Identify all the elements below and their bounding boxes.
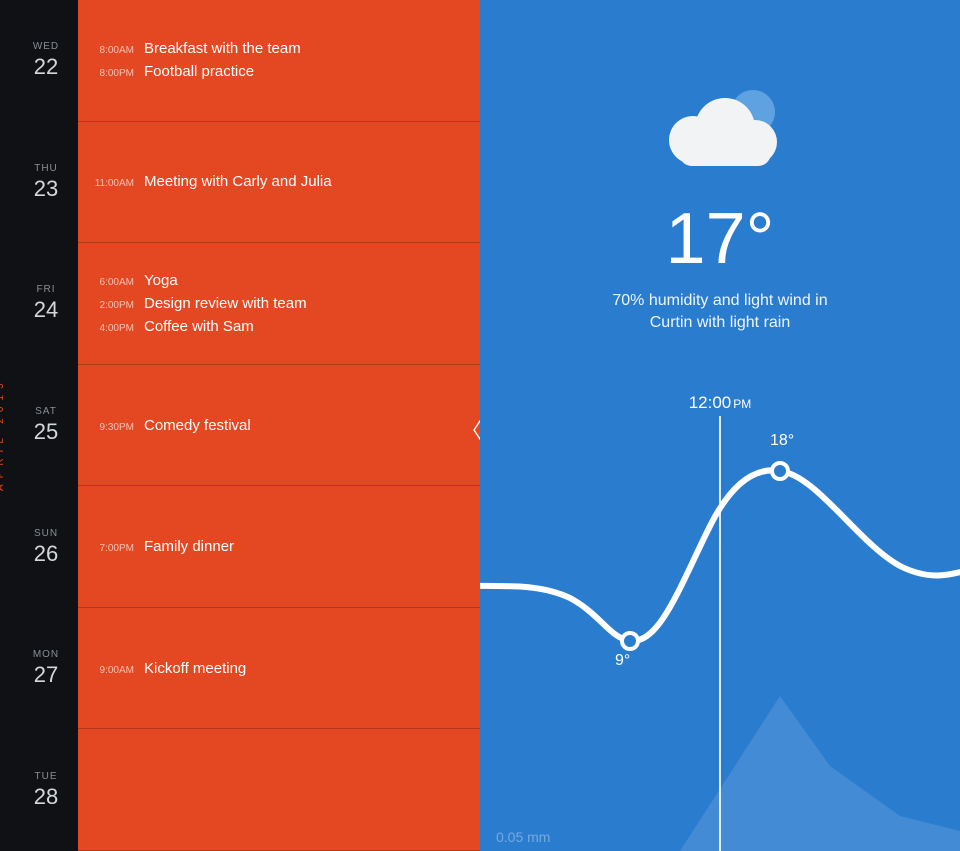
hourly-chart xyxy=(480,416,960,851)
day-of-week: SAT xyxy=(35,406,57,417)
day-of-week: SUN xyxy=(34,528,58,539)
day-number: 23 xyxy=(34,176,58,202)
day-number: 28 xyxy=(34,784,58,810)
date-cell[interactable]: MON 27 xyxy=(14,608,78,730)
event-time: 6:00AM xyxy=(90,277,134,288)
agenda-cell[interactable]: 9:30PM Comedy festival xyxy=(78,365,480,487)
day-of-week: TUE xyxy=(35,771,58,782)
agenda-cell[interactable]: 6:00AM Yoga 2:00PM Design review with team 4… xyxy=(78,243,480,365)
agenda-cell[interactable]: 11:00AM Meeting with Carly and Julia xyxy=(78,122,480,244)
time-marker: 12:00PM xyxy=(480,393,960,413)
agenda-cell[interactable]: 8:00AM Breakfast with the team 8:00PM Footb… xyxy=(78,0,480,122)
event-row[interactable]: 6:00AM Yoga xyxy=(90,272,464,289)
date-cell[interactable]: WED 22 xyxy=(14,0,78,122)
day-of-week: FRI xyxy=(36,284,55,295)
event-time: 7:00PM xyxy=(90,543,134,554)
event-time: 8:00PM xyxy=(90,68,134,79)
date-cell[interactable]: THU 23 xyxy=(14,122,78,244)
event-title: Coffee with Sam xyxy=(144,318,254,335)
day-number: 24 xyxy=(34,297,58,323)
event-row[interactable]: 9:30PM Comedy festival xyxy=(90,417,464,434)
event-row[interactable]: 7:00PM Family dinner xyxy=(90,538,464,555)
current-temperature: 17° xyxy=(480,198,960,280)
event-row[interactable]: 2:00PM Design review with team xyxy=(90,295,464,312)
precip-label: 0.05 mm xyxy=(496,829,550,845)
day-of-week: WED xyxy=(33,41,59,52)
event-title: Design review with team xyxy=(144,295,307,312)
weather-description-line1: 70% humidity and light wind in xyxy=(612,292,827,309)
date-column: WED 22 THU 23 FRI 24 SAT 25 SUN 26 MON 27 TUE 28 xyxy=(14,0,78,851)
event-title: Meeting with Carly and Julia xyxy=(144,173,332,190)
event-row[interactable]: 11:00AM Meeting with Carly and Julia xyxy=(90,173,464,190)
weather-icon xyxy=(645,78,795,193)
date-cell[interactable]: FRI 24 xyxy=(14,243,78,365)
event-time: 9:30PM xyxy=(90,422,134,433)
event-row[interactable]: 4:00PM Coffee with Sam xyxy=(90,318,464,335)
event-time: 11:00AM xyxy=(90,178,134,189)
date-cell[interactable]: TUE 28 xyxy=(14,729,78,851)
event-time: 4:00PM xyxy=(90,323,134,334)
event-title: Football practice xyxy=(144,63,254,80)
event-title: Breakfast with the team xyxy=(144,40,301,57)
day-of-week: MON xyxy=(33,649,59,660)
weather-description: 70% humidity and light wind in Curtin wi… xyxy=(560,290,880,335)
month-spine: APRIL 2015 xyxy=(0,0,14,851)
event-row[interactable]: 8:00PM Football practice xyxy=(90,63,464,80)
event-row[interactable]: 9:00AM Kickoff meeting xyxy=(90,660,464,677)
day-number: 27 xyxy=(34,662,58,688)
event-title: Yoga xyxy=(144,272,178,289)
day-of-week: THU xyxy=(34,163,58,174)
event-time: 8:00AM xyxy=(90,45,134,56)
event-time: 2:00PM xyxy=(90,300,134,311)
weather-panel: 17° 70% humidity and light wind in Curti… xyxy=(480,0,960,851)
weather-description-line2: Curtin with light rain xyxy=(650,314,791,331)
day-number: 25 xyxy=(34,419,58,445)
forecast-high: 18° xyxy=(770,432,794,450)
month-label: APRIL 2015 xyxy=(0,377,6,491)
day-number: 26 xyxy=(34,541,58,567)
event-title: Kickoff meeting xyxy=(144,660,246,677)
event-row[interactable]: 8:00AM Breakfast with the team xyxy=(90,40,464,57)
date-cell[interactable]: SUN 26 xyxy=(14,486,78,608)
agenda-column: 8:00AM Breakfast with the team 8:00PM Footb… xyxy=(78,0,480,851)
agenda-cell[interactable]: 9:00AM Kickoff meeting xyxy=(78,608,480,730)
agenda-cell[interactable] xyxy=(78,729,480,851)
event-title: Family dinner xyxy=(144,538,234,555)
forecast-low: 9° xyxy=(615,652,630,670)
day-number: 22 xyxy=(34,54,58,80)
time-marker-time: 12:00 xyxy=(689,393,732,412)
event-title: Comedy festival xyxy=(144,417,251,434)
time-marker-ampm: PM xyxy=(733,397,751,411)
event-time: 9:00AM xyxy=(90,665,134,676)
agenda-cell[interactable]: 7:00PM Family dinner xyxy=(78,486,480,608)
date-cell[interactable]: SAT 25 xyxy=(14,365,78,487)
